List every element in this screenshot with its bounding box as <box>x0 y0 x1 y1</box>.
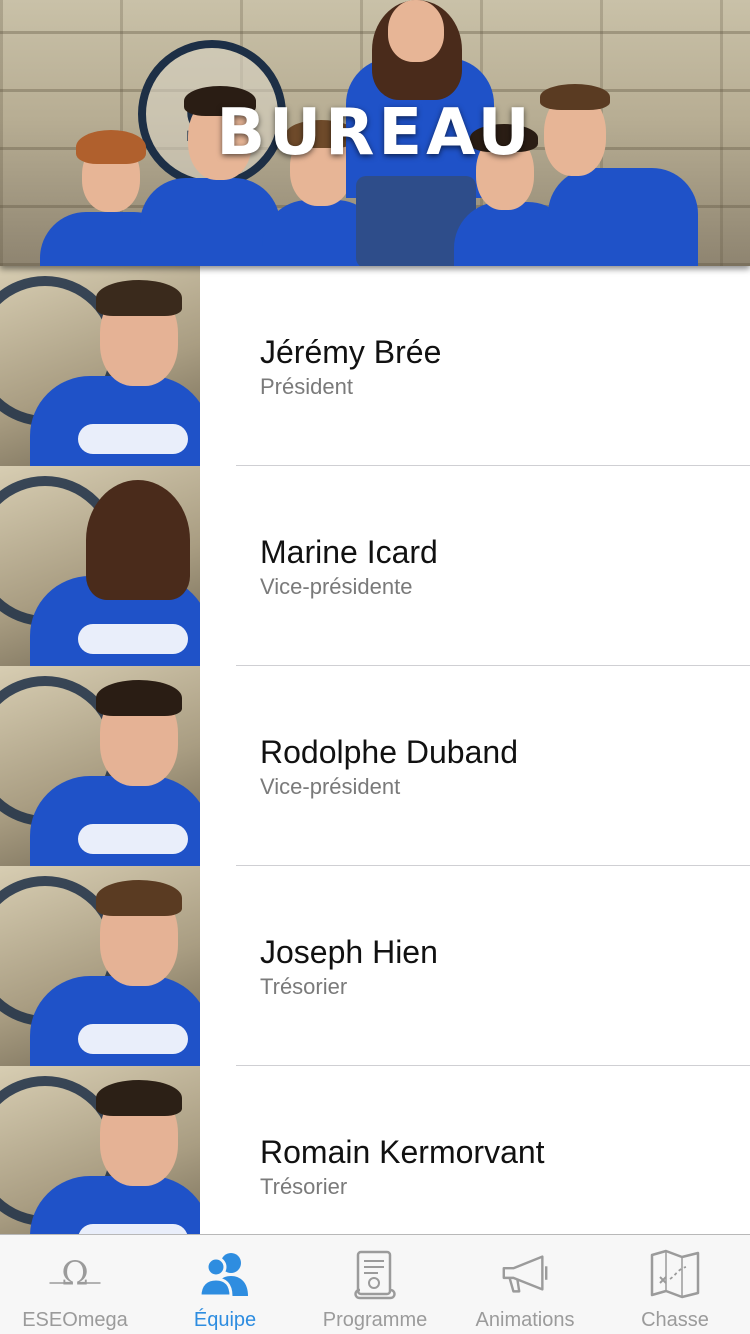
member-name: Rodolphe Duband <box>260 734 518 770</box>
tab-equipe[interactable]: Équipe <box>150 1235 300 1334</box>
svg-text:Ω: Ω <box>61 1254 88 1293</box>
member-role: Vice-président <box>260 774 401 799</box>
member-role: Vice-présidente <box>260 574 413 599</box>
list-item[interactable]: Marine Icard Vice-présidente <box>0 466 750 666</box>
list-item[interactable]: Romain Kermorvant Trésorier <box>0 1066 750 1234</box>
tab-programme[interactable]: Programme <box>300 1235 450 1334</box>
member-photo <box>0 266 200 466</box>
member-name: Romain Kermorvant <box>260 1134 545 1170</box>
omega-icon: Ω <box>48 1249 102 1299</box>
tab-eseomega[interactable]: Ω ESEOmega <box>0 1235 150 1334</box>
member-name: Joseph Hien <box>260 934 438 970</box>
member-photo <box>0 866 200 1066</box>
member-photo <box>0 666 200 866</box>
member-role: Trésorier <box>260 1174 348 1199</box>
member-name: Marine Icard <box>260 534 438 570</box>
list-item[interactable]: Joseph Hien Trésorier <box>0 866 750 1066</box>
member-list[interactable]: Jérémy Brée Président Marine Icard Vice-… <box>0 266 750 1234</box>
member-photo <box>0 1066 200 1234</box>
megaphone-icon <box>498 1249 552 1299</box>
scroll-icon <box>348 1249 402 1300</box>
list-item[interactable]: Rodolphe Duband Vice-président <box>0 666 750 866</box>
member-name: Jérémy Brée <box>260 334 442 370</box>
tab-label: Animations <box>475 1309 575 1331</box>
tab-label: Chasse <box>641 1309 709 1331</box>
tab-label: ESEOmega <box>22 1309 128 1331</box>
tab-label: Programme <box>322 1309 428 1331</box>
member-role: Président <box>260 374 353 399</box>
tab-chasse[interactable]: Chasse <box>600 1235 750 1334</box>
member-role: Trésorier <box>260 974 348 999</box>
tab-bar: Ω ESEOmega Équipe Programme Animations C… <box>0 1234 750 1334</box>
tab-label: Équipe <box>193 1309 257 1331</box>
member-photo <box>0 466 200 666</box>
page-title: BUREAU <box>216 96 534 170</box>
treasure-map-icon <box>648 1249 702 1299</box>
header-banner: BUREAU <box>0 0 750 266</box>
list-item[interactable]: Jérémy Brée Président <box>0 266 750 466</box>
team-icon <box>198 1249 252 1299</box>
tab-animations[interactable]: Animations <box>450 1235 600 1334</box>
